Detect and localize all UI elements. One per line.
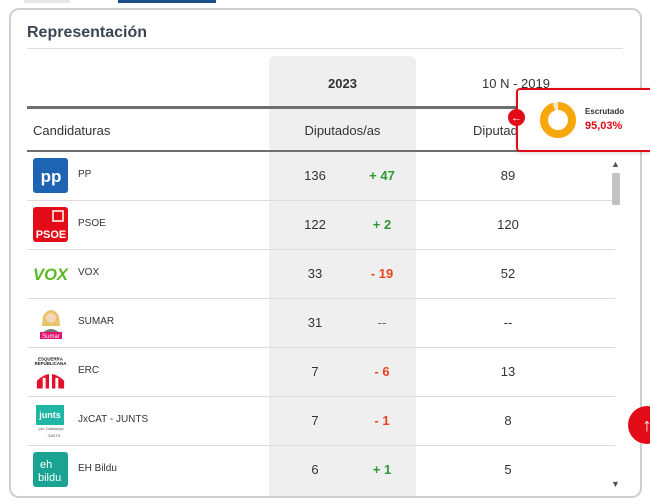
scrutiny-popup: Escrutado 95,03% [516, 88, 650, 152]
seats-2019: 5 [504, 462, 512, 477]
svg-text:junts: junts [38, 410, 61, 420]
party-name: PSOE [78, 218, 106, 229]
table-scrollbar[interactable]: ▲ ▼ [609, 155, 623, 495]
table-row: pp PP 136 + 47 89 [27, 152, 615, 201]
table-row: ESQUERRA REPUBLICANA ERC 7 - 6 13 [27, 348, 615, 397]
seats-diff: + 47 [369, 168, 395, 183]
table-row: VOX VOX 33 - 19 52 [27, 250, 615, 299]
seats-2023: 122 [304, 217, 326, 232]
header-diputados-previous: Diputad [473, 123, 518, 138]
header-candidaturas: Candidaturas [33, 123, 111, 138]
seats-2023: 33 [307, 266, 323, 281]
tab-indicator-inactive[interactable] [24, 0, 70, 3]
table-row: eh bildu EH Bildu 6 + 1 5 [27, 446, 615, 494]
seats-2019: 120 [497, 217, 519, 232]
seats-diff: + 2 [372, 217, 392, 232]
arrow-left-icon[interactable]: ← [508, 109, 525, 126]
vox-logo: VOX [33, 256, 68, 291]
representation-card: Representación 2023 10 N - 2019 Candidat… [9, 8, 642, 498]
header-diputados: Diputados/as [304, 123, 381, 138]
svg-text:pp: pp [40, 167, 61, 186]
party-name: JxCAT - JUNTS [78, 414, 149, 425]
svg-text:REPUBLICANA: REPUBLICANA [35, 361, 68, 366]
seats-2019: 89 [500, 168, 516, 183]
scrollbar-thumb[interactable] [612, 173, 620, 205]
sumar-logo: Sumar [33, 305, 68, 340]
scrutiny-value: 95,03% [585, 120, 623, 132]
seats-diff: - 19 [370, 266, 394, 281]
scrutiny-label: Escrutado [585, 107, 625, 116]
header-year-current: 2023 [328, 76, 357, 91]
table-row: PSOE PSOE 122 + 2 120 [27, 201, 615, 250]
seats-2019: -- [503, 315, 513, 330]
table-row: junts per Catalunya JUNTS JxCAT - JUNTS 7 … [27, 397, 615, 446]
seats-2019: 13 [500, 364, 516, 379]
svg-text:Sumar: Sumar [42, 334, 60, 340]
svg-text:eh: eh [40, 459, 52, 471]
seats-2019: 8 [504, 413, 512, 428]
results-table: pp PP 136 + 47 89 PSOE PSOE 122 + 2 120 … [27, 152, 615, 494]
seats-2023: 31 [307, 315, 323, 330]
seats-diff: + 1 [372, 462, 392, 477]
seats-diff: - 6 [374, 364, 390, 379]
chevron-down-icon[interactable]: ▼ [611, 479, 620, 489]
table-row: Sumar SUMAR 31 -- -- [27, 299, 615, 348]
party-name: VOX [78, 267, 100, 278]
section-title: Representación [27, 24, 148, 41]
chevron-up-icon[interactable]: ▲ [611, 159, 620, 169]
seats-2019: 52 [500, 266, 516, 281]
svg-text:per Catalunya: per Catalunya [38, 426, 64, 431]
title-divider [27, 48, 623, 49]
ehbildu-logo: eh bildu [33, 452, 68, 487]
erc-logo: ESQUERRA REPUBLICANA [33, 354, 68, 389]
svg-text:PSOE: PSOE [35, 229, 66, 241]
svg-text:bildu: bildu [38, 472, 61, 484]
seats-2023: 7 [311, 364, 319, 379]
seats-diff: - 1 [374, 413, 390, 428]
tab-indicator-active[interactable] [118, 0, 216, 3]
seats-2023: 6 [311, 462, 319, 477]
junts-logo: junts per Catalunya JUNTS [33, 403, 68, 438]
svg-text:JUNTS: JUNTS [47, 433, 60, 438]
party-name: ERC [78, 365, 100, 376]
svg-text:VOX: VOX [33, 264, 68, 283]
seats-2023: 136 [304, 168, 326, 183]
seats-diff: -- [377, 315, 387, 330]
party-name: SUMAR [78, 316, 115, 327]
top-tabs [0, 0, 650, 4]
psoe-logo: PSOE [33, 207, 68, 242]
pp-logo: pp [33, 158, 68, 193]
scrutiny-progress-arc [540, 102, 576, 138]
party-name: EH Bildu [78, 463, 117, 474]
scrutiny-donut [540, 102, 576, 138]
seats-2023: 7 [311, 413, 319, 428]
party-name: PP [78, 169, 92, 180]
